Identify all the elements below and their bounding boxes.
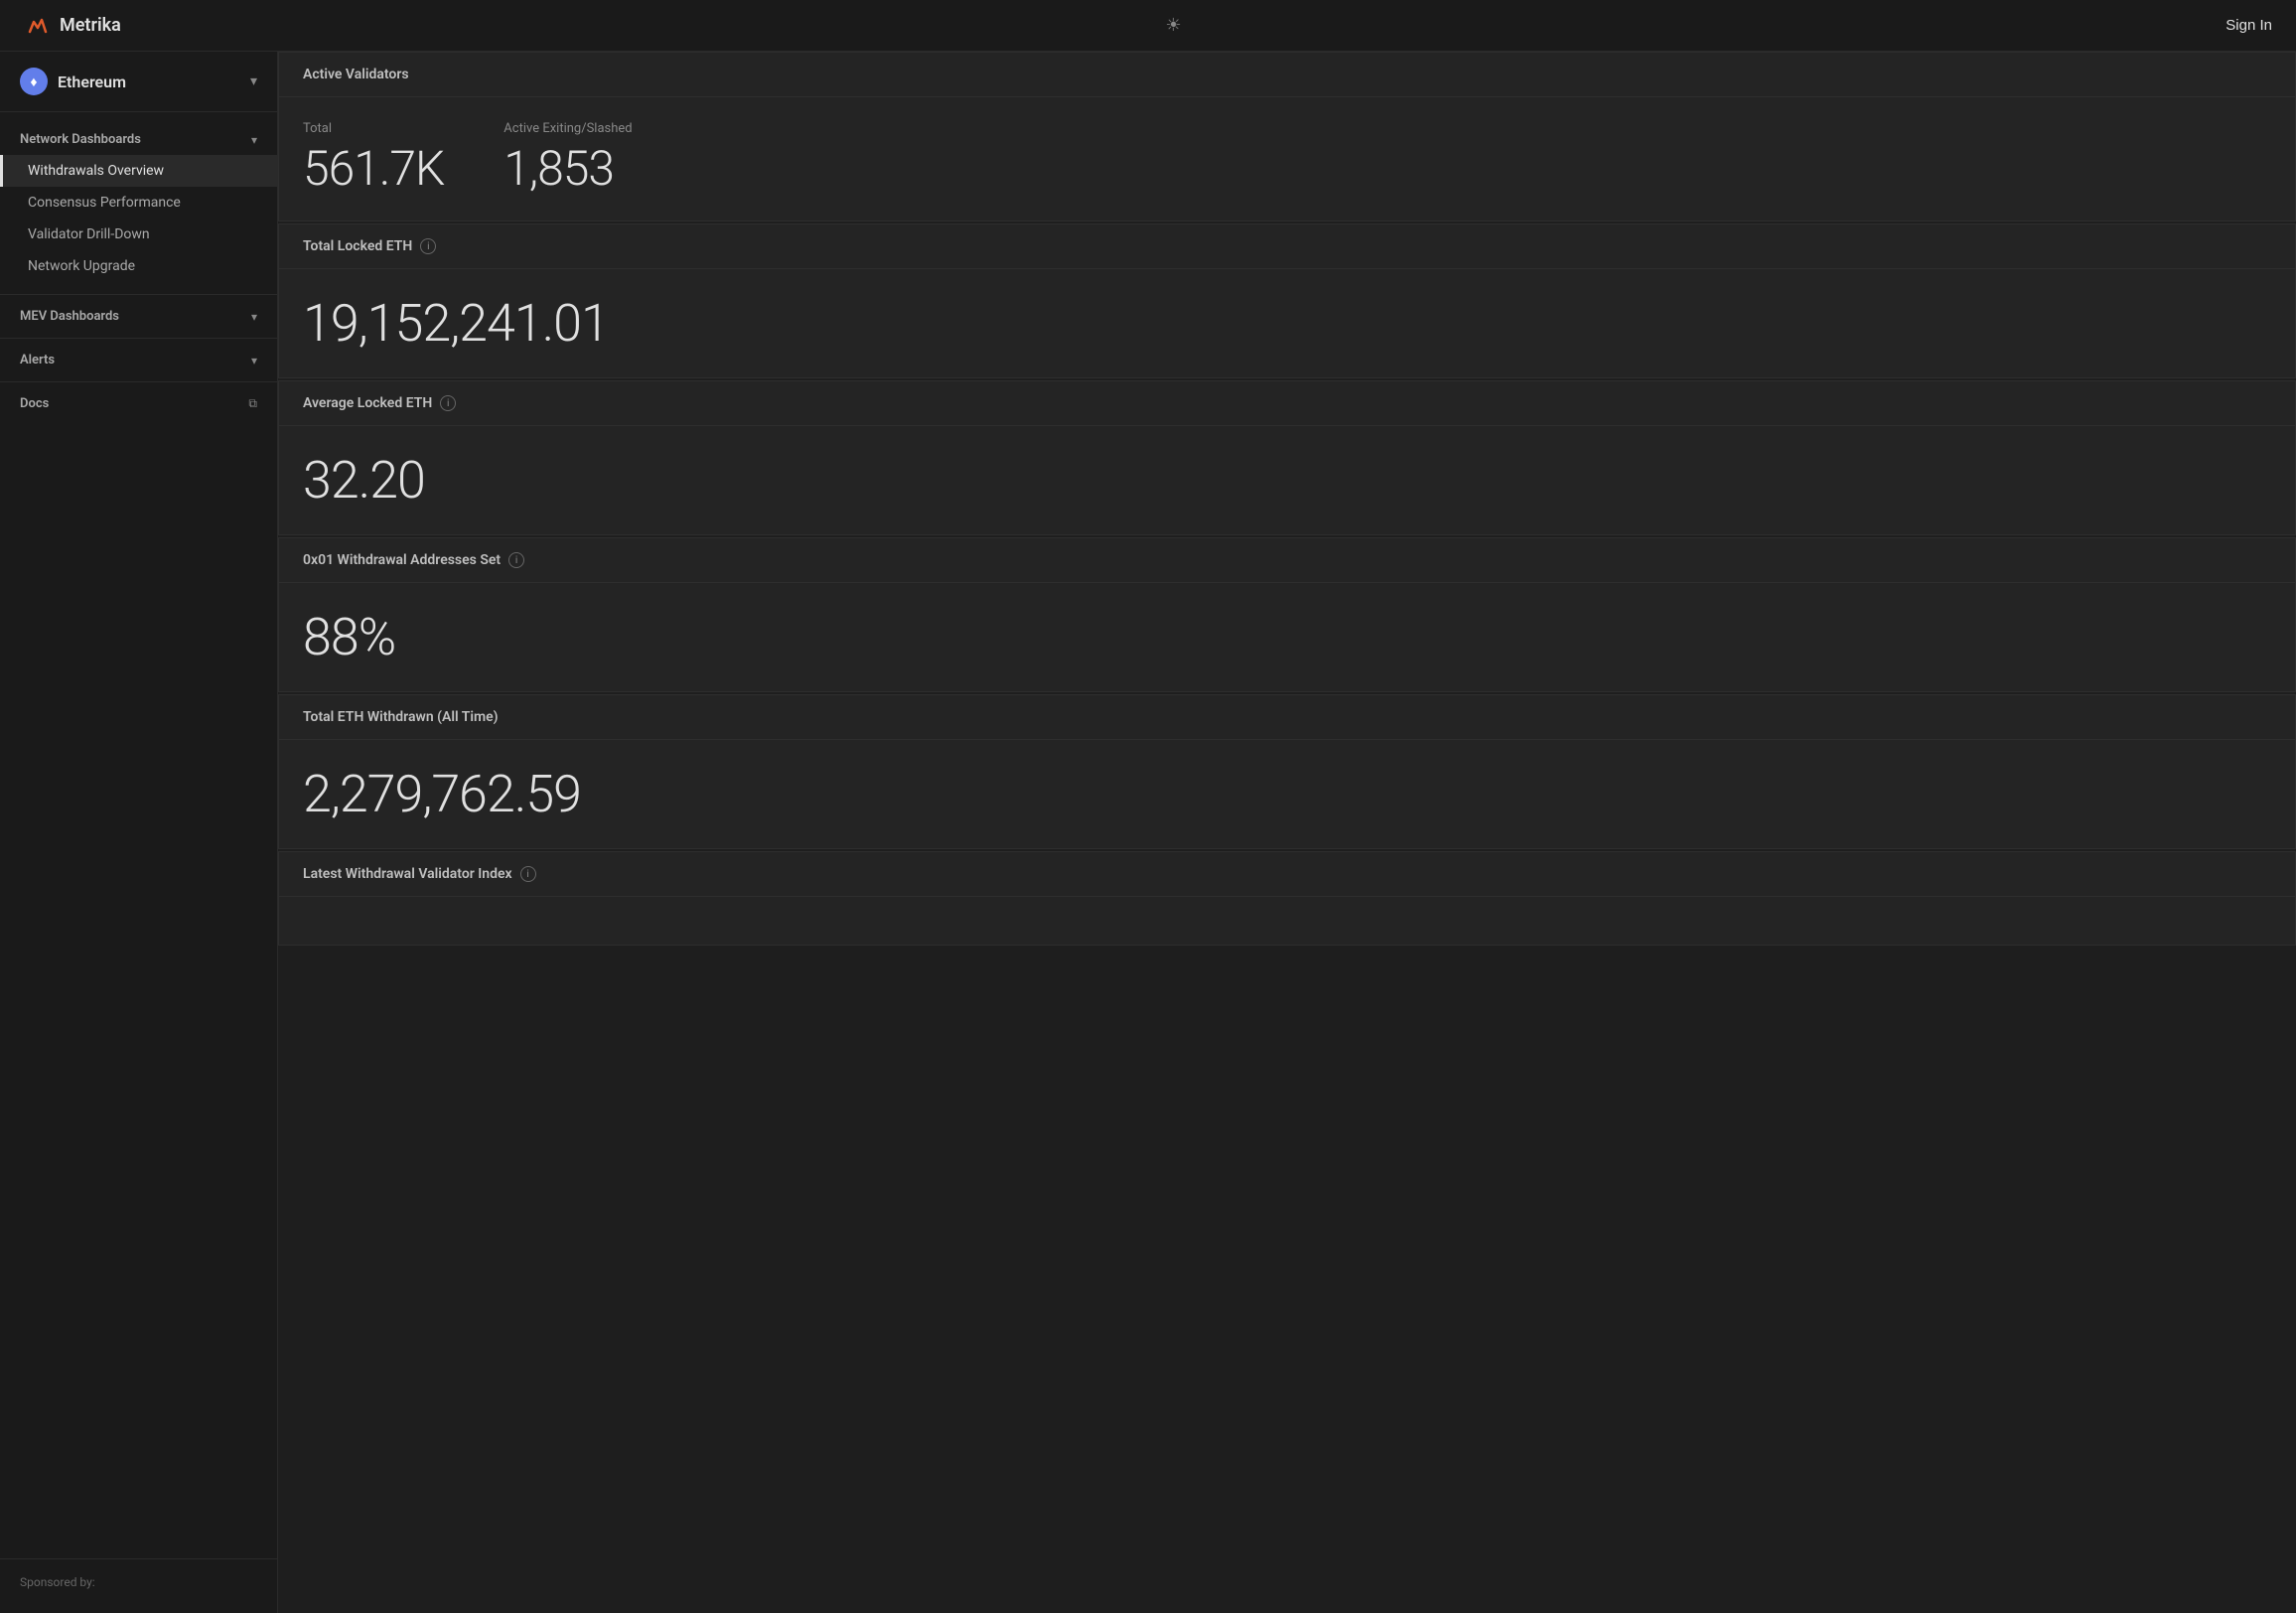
validator-stat-0: Total 561.7K <box>303 121 444 197</box>
sidebar-item-validator-drilldown[interactable]: Validator Drill-Down <box>0 219 277 250</box>
docs-item[interactable]: Docs ⧉ <box>0 386 277 421</box>
validator-label-0: Total <box>303 121 444 136</box>
network-dashboards-section: Network Dashboards ▾ Withdrawals Overvie… <box>0 112 277 290</box>
mev-dashboards-chevron: ▾ <box>251 310 257 324</box>
metric-card-header-5: Latest Withdrawal Validator Index i <box>279 852 2295 897</box>
metric-card-body-3: 88% <box>279 583 2295 691</box>
metric-card-2: Average Locked ETH i 32.20 <box>278 380 2296 535</box>
network-dashboards-header[interactable]: Network Dashboards ▾ <box>0 128 277 155</box>
metric-card-header-2: Average Locked ETH i <box>279 381 2295 426</box>
alerts-title: Alerts <box>20 353 55 367</box>
validator-value-0: 561.7K <box>303 140 444 197</box>
metric-card-body-4: 2,279,762.59 <box>279 740 2295 848</box>
metric-value-3: 88% <box>303 607 2271 667</box>
mev-dashboards-header[interactable]: MEV Dashboards ▾ <box>0 299 277 334</box>
info-icon-3[interactable]: i <box>508 552 524 568</box>
app-name: Metrika <box>60 15 121 36</box>
sidebar-item-network-upgrade[interactable]: Network Upgrade <box>0 250 277 282</box>
nav-center: ☀ <box>1165 15 1181 36</box>
validator-label-1: Active Exiting/Slashed <box>503 121 632 136</box>
validator-value-1: 1,853 <box>503 140 632 197</box>
metric-card-header-0: Active Validators <box>279 53 2295 97</box>
metric-title-5: Latest Withdrawal Validator Index <box>303 866 512 882</box>
network-dashboards-title: Network Dashboards <box>20 132 141 147</box>
main-content: Active Validators Total 561.7K Active Exiti… <box>278 52 2296 1613</box>
metric-card-5: Latest Withdrawal Validator Index i <box>278 851 2296 946</box>
metric-card-1: Total Locked ETH i 19,152,241.01 <box>278 223 2296 378</box>
sidebar-divider-3 <box>0 381 277 382</box>
alerts-chevron: ▾ <box>251 354 257 367</box>
docs-external-icon: ⧉ <box>248 396 257 411</box>
sidebar-item-consensus-performance[interactable]: Consensus Performance <box>0 187 277 219</box>
info-icon-2[interactable]: i <box>440 395 456 411</box>
main-layout: ♦ Ethereum ▾ Network Dashboards ▾ Withdr… <box>0 52 2296 1613</box>
network-dashboards-chevron: ▾ <box>251 133 257 147</box>
logo: Metrika <box>24 12 121 40</box>
metric-value-2: 32.20 <box>303 450 2271 511</box>
metric-card-header-4: Total ETH Withdrawn (All Time) <box>279 695 2295 740</box>
metric-card-body-5 <box>279 897 2295 945</box>
sidebar: ♦ Ethereum ▾ Network Dashboards ▾ Withdr… <box>0 52 278 1613</box>
metric-title-3: 0x01 Withdrawal Addresses Set <box>303 552 501 568</box>
network-selector[interactable]: ♦ Ethereum ▾ <box>0 52 277 112</box>
mev-dashboards-title: MEV Dashboards <box>20 309 119 324</box>
sidebar-divider-2 <box>0 338 277 339</box>
metric-title-2: Average Locked ETH <box>303 395 432 411</box>
metric-title-1: Total Locked ETH <box>303 238 412 254</box>
network-chevron-icon: ▾ <box>250 73 257 89</box>
metric-card-header-3: 0x01 Withdrawal Addresses Set i <box>279 538 2295 583</box>
metric-card-0: Active Validators Total 561.7K Active Exiti… <box>278 52 2296 221</box>
metric-value-1: 19,152,241.01 <box>303 293 2271 354</box>
metric-title-0: Active Validators <box>303 67 409 82</box>
sponsored-text: Sponsored by: <box>20 1575 257 1589</box>
metrika-logo-icon <box>24 12 52 40</box>
sidebar-item-withdrawals-overview[interactable]: Withdrawals Overview <box>0 155 277 187</box>
docs-label: Docs <box>20 396 49 411</box>
ethereum-icon: ♦ <box>20 68 48 95</box>
validator-stat-1: Active Exiting/Slashed 1,853 <box>503 121 632 197</box>
validators-grid: Total 561.7K Active Exiting/Slashed 1,853 <box>303 121 2271 197</box>
network-name: Ethereum <box>58 73 126 91</box>
theme-toggle-icon[interactable]: ☀ <box>1165 15 1181 36</box>
metric-value-4: 2,279,762.59 <box>303 764 2271 824</box>
sign-in-button[interactable]: Sign In <box>2225 17 2272 34</box>
sidebar-divider-1 <box>0 294 277 295</box>
network-selector-left: ♦ Ethereum <box>20 68 126 95</box>
metric-card-4: Total ETH Withdrawn (All Time) 2,279,762.… <box>278 694 2296 849</box>
metric-card-body-2: 32.20 <box>279 426 2295 534</box>
metric-card-body-0: Total 561.7K Active Exiting/Slashed 1,853 <box>279 97 2295 220</box>
metric-title-4: Total ETH Withdrawn (All Time) <box>303 709 499 725</box>
sidebar-footer: Sponsored by: <box>0 1558 277 1613</box>
metric-card-3: 0x01 Withdrawal Addresses Set i 88% <box>278 537 2296 692</box>
info-icon-5[interactable]: i <box>520 866 536 882</box>
metric-card-body-1: 19,152,241.01 <box>279 269 2295 377</box>
alerts-header[interactable]: Alerts ▾ <box>0 343 277 377</box>
info-icon-1[interactable]: i <box>420 238 436 254</box>
top-nav: Metrika ☀ Sign In <box>0 0 2296 52</box>
metric-card-header-1: Total Locked ETH i <box>279 224 2295 269</box>
